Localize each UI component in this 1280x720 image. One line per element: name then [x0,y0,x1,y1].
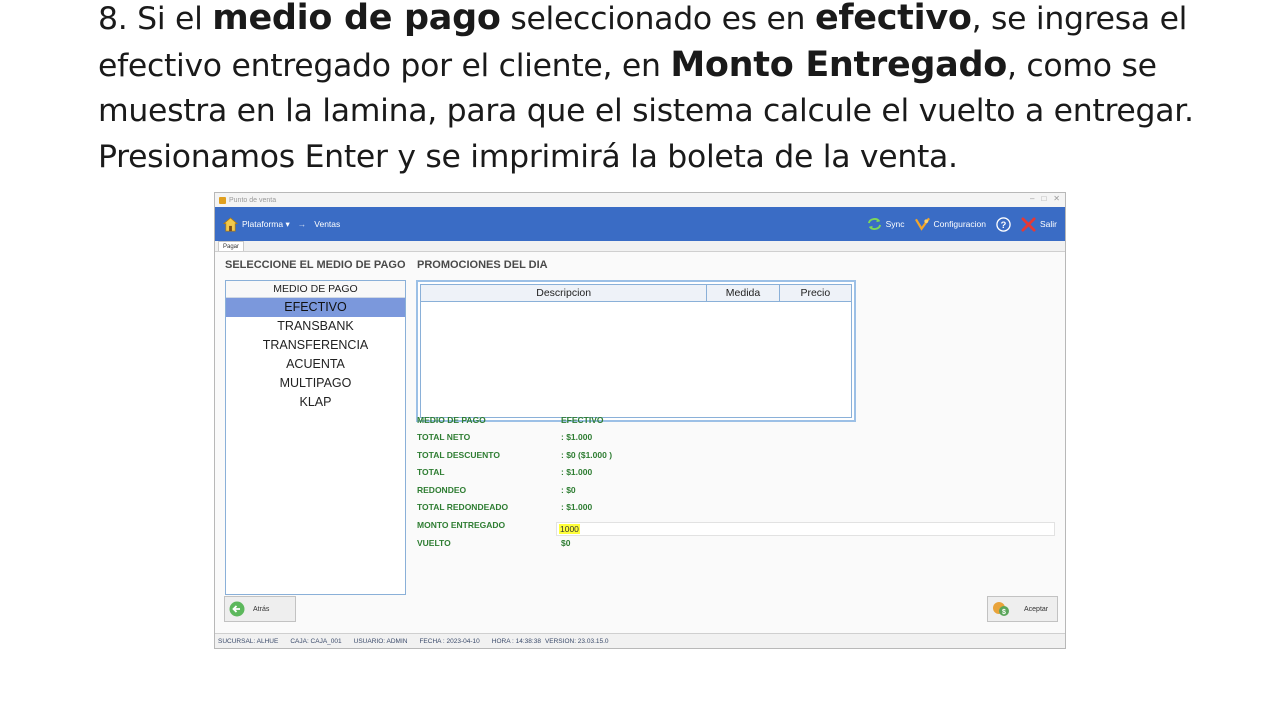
summary-label: TOTAL NETO [417,432,471,442]
column-precio[interactable]: Precio [780,285,851,301]
column-descripcion[interactable]: Descripcion [421,285,708,301]
config-label: Configuracion [933,219,986,229]
sync-label: Sync [885,219,905,229]
promotions-table: Descripcion Medida Precio [416,280,856,422]
summary-label: TOTAL REDONDEADO [417,502,509,512]
app-icon [219,196,226,204]
window-titlebar: Punto de venta – □ ✕ [215,193,1065,207]
window-title: Punto de venta [229,196,277,204]
status-hora: HORA : 14:38:38 [491,637,541,645]
platform-menu[interactable]: Plataforma ▾ [242,219,290,230]
window-controls: – □ ✕ [1030,194,1060,203]
status-sucursal: SUCURSAL: ALHUE [218,637,279,645]
accept-button[interactable]: $ Aceptar [987,596,1058,622]
payment-method-header: MEDIO DE PAGO [226,281,405,298]
breadcrumb-arrow-icon: → [297,219,307,229]
caption-bold-efectivo: efectivo [814,0,972,38]
summary-label: TOTAL DESCUENTO [417,450,500,460]
minimize-icon[interactable]: – [1030,194,1034,203]
summary-value: EFECTIVO [561,415,604,425]
platform-label: Plataforma [242,218,284,229]
summary-value: : $1.000 [561,432,593,442]
monto-entregado-input[interactable]: 1000 [556,522,1055,536]
status-fecha: FECHA : 2023-04-10 [419,637,480,645]
instruction-caption: 8. Si el medio de pago seleccionado es e… [98,0,1248,180]
payment-method-item[interactable]: KLAP [226,393,405,412]
payment-method-item[interactable]: EFECTIVO [226,298,405,317]
platform-caret-icon: ▾ [285,218,290,229]
summary-value: : $0 [561,485,576,495]
caption-bold-monto-entregado: Monto Entregado [670,44,1007,85]
summary-label: REDONDEO [417,485,467,495]
svg-text:?: ? [1001,219,1007,229]
summary-label: MEDIO DE PAGO [417,415,486,425]
caption-text-1: 8. Si el [98,1,213,37]
promotions-header-row: Descripcion Medida Precio [421,285,851,302]
status-caja: CAJA: CAJA_001 [290,637,342,645]
caption-text-2: seleccionado es en [500,1,815,37]
payment-panel: SELECCIONE EL MEDIO DE PAGO PROMOCIONES … [215,251,1065,634]
close-icon [1021,216,1036,232]
exit-button[interactable]: Salir [1021,216,1057,232]
help-button[interactable]: ? [996,216,1011,232]
help-icon: ? [996,216,1011,232]
accept-label: Aceptar [1024,605,1049,613]
toolbar-actions: Sync Configuracion ? Salir [867,207,1057,241]
config-button[interactable]: Configuracion [914,217,986,231]
payment-method-title: SELECCIONE EL MEDIO DE PAGO [225,259,406,271]
status-usuario: USUARIO: ADMIN [353,637,408,645]
monto-entregado-value: 1000 [559,524,580,534]
status-version: VERSION: 23.03.15.0 [544,637,609,645]
close-window-icon[interactable]: ✕ [1053,194,1060,203]
sync-button[interactable]: Sync [867,217,905,231]
breadcrumb: Plataforma ▾ → Ventas [223,216,340,232]
summary-value: $0 [561,538,571,548]
summary-value: : $1.000 [561,502,593,512]
main-toolbar: Plataforma ▾ → Ventas Sync Configuracion… [215,207,1065,241]
status-bar: SUCURSAL: ALHUE CAJA: CAJA_001 USUARIO: … [215,633,1065,648]
promotions-title: PROMOCIONES DEL DIA [417,259,548,271]
svg-text:$: $ [1002,609,1006,616]
payment-method-item[interactable]: TRANSBANK [226,317,405,336]
sync-icon [867,218,881,230]
tab-strip: Pagar [215,241,1065,252]
summary-label: MONTO ENTREGADO [417,520,506,530]
payment-method-item[interactable]: MULTIPAGO [226,374,405,393]
summary-value: : $1.000 [561,467,593,477]
back-label: Atrás [253,605,270,613]
money-icon: $ [993,602,1009,616]
summary-label: TOTAL [417,467,445,477]
payment-method-item[interactable]: TRANSFERENCIA [226,336,405,355]
home-icon[interactable] [223,216,238,232]
payment-method-list: MEDIO DE PAGO EFECTIVO TRANSBANK TRANSFE… [225,280,406,595]
payment-method-item[interactable]: ACUENTA [226,355,405,374]
caption-bold-medio-de-pago: medio de pago [212,0,501,38]
back-button[interactable]: Atrás [224,596,296,622]
pos-window: Punto de venta – □ ✕ Plataforma ▾ → Vent… [214,192,1066,649]
maximize-icon[interactable]: □ [1041,194,1046,203]
config-icon [914,217,930,231]
back-arrow-icon [229,601,245,617]
exit-label: Salir [1039,219,1057,229]
summary-value: : $0 ($1.000 ) [561,450,613,460]
breadcrumb-ventas[interactable]: Ventas [314,219,340,229]
promotions-grid: Descripcion Medida Precio [420,284,852,418]
column-medida[interactable]: Medida [707,285,780,301]
summary-label: VUELTO [417,538,451,548]
